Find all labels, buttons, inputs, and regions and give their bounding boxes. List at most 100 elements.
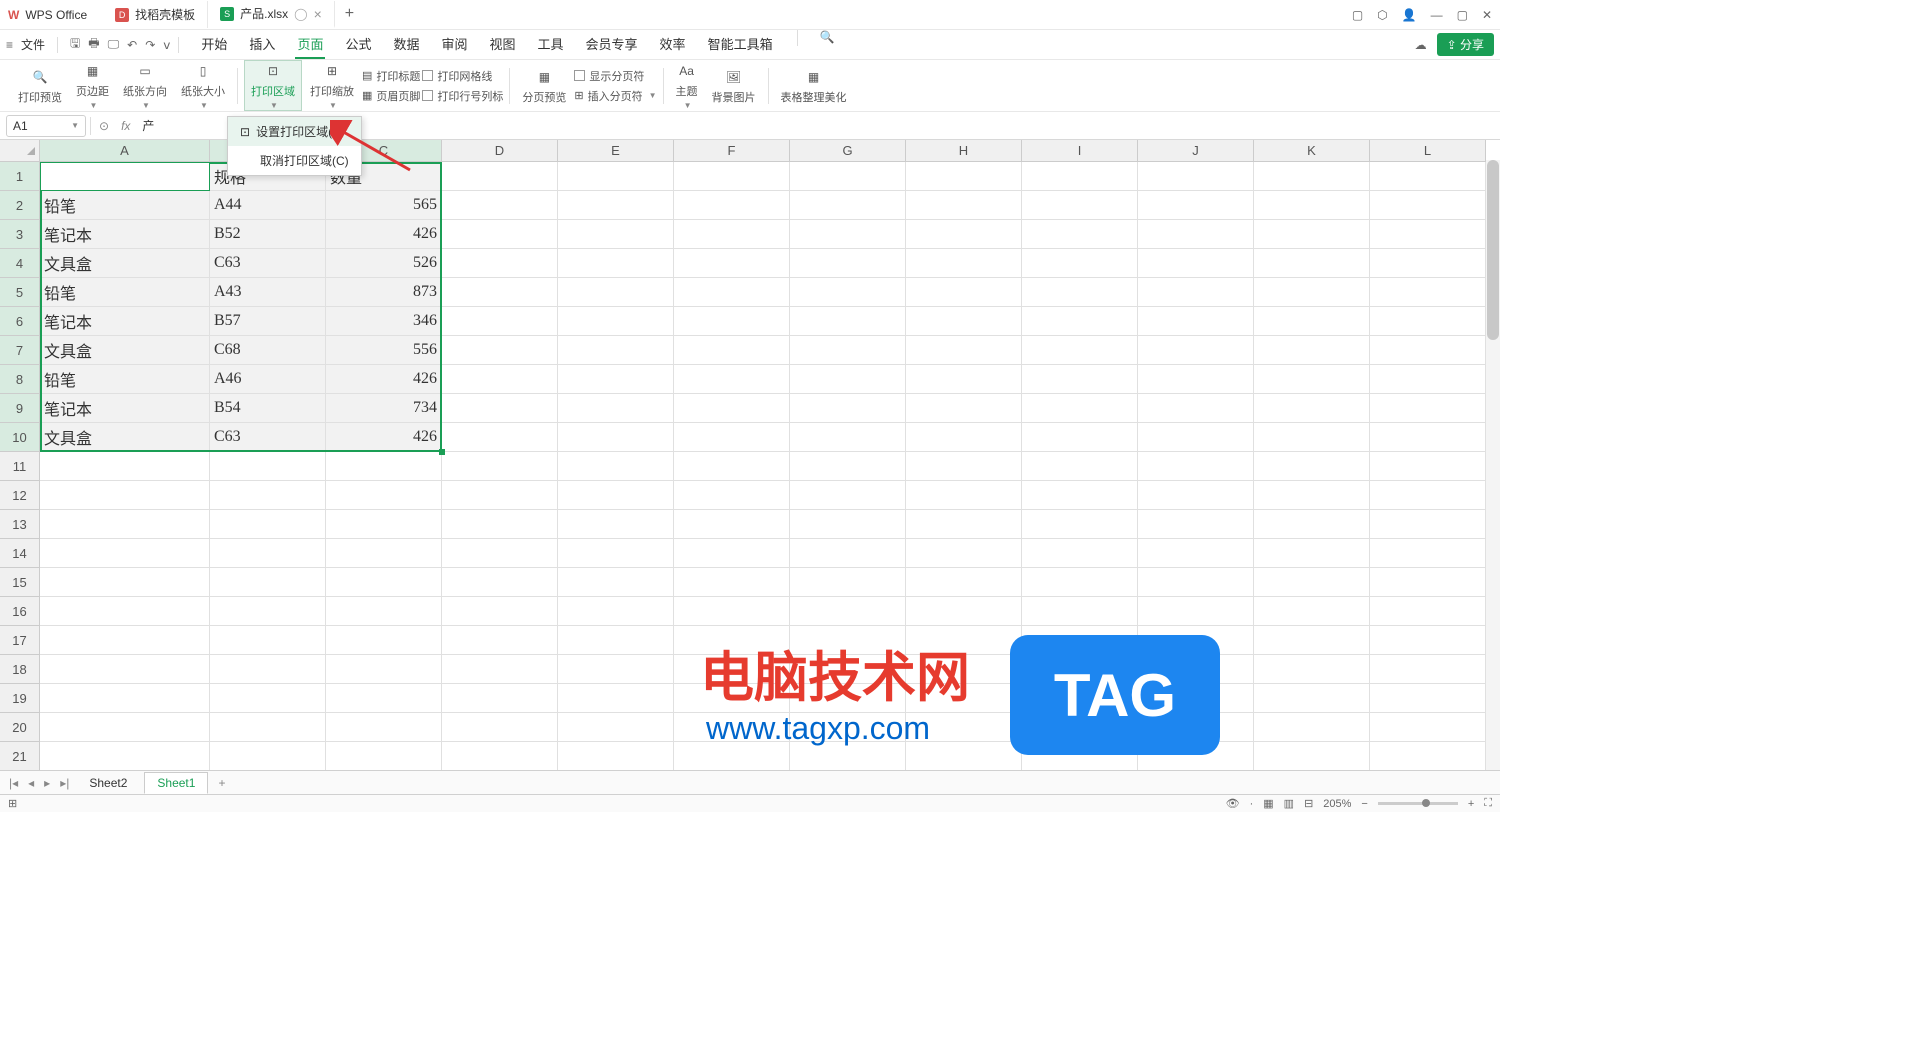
cell[interactable]: [326, 597, 442, 626]
cell[interactable]: [1138, 539, 1254, 568]
cell[interactable]: [906, 510, 1022, 539]
menu-tab-page[interactable]: 页面: [295, 30, 325, 59]
cell[interactable]: [326, 568, 442, 597]
cell[interactable]: [40, 713, 210, 742]
share-button[interactable]: ⇪ 分享: [1437, 33, 1494, 56]
cell[interactable]: C63: [210, 249, 326, 278]
cell[interactable]: [558, 423, 674, 452]
row-header[interactable]: 7: [0, 336, 40, 365]
cell[interactable]: [1022, 162, 1138, 191]
cell[interactable]: [1254, 713, 1370, 742]
cell[interactable]: A44: [210, 191, 326, 220]
cell[interactable]: [674, 510, 790, 539]
cell[interactable]: 文具盒: [40, 336, 210, 365]
row-header[interactable]: 8: [0, 365, 40, 394]
cell[interactable]: C68: [210, 336, 326, 365]
sheet-last-icon[interactable]: ▸|: [57, 776, 72, 790]
cell[interactable]: [442, 568, 558, 597]
cell[interactable]: 565: [326, 191, 442, 220]
cell[interactable]: [1138, 568, 1254, 597]
cell[interactable]: [442, 713, 558, 742]
fullscreen-icon[interactable]: ⛶: [1484, 797, 1492, 810]
cell[interactable]: [1254, 278, 1370, 307]
cell[interactable]: B54: [210, 394, 326, 423]
cell[interactable]: [1370, 191, 1486, 220]
cell[interactable]: [790, 423, 906, 452]
cell[interactable]: [1370, 568, 1486, 597]
add-tab-button[interactable]: +: [335, 1, 364, 28]
cell[interactable]: [1022, 191, 1138, 220]
cell[interactable]: [1254, 307, 1370, 336]
cell[interactable]: [906, 568, 1022, 597]
cell[interactable]: [1022, 394, 1138, 423]
set-print-area-item[interactable]: ⊡ 设置打印区域(S): [228, 117, 361, 146]
cell[interactable]: 产品: [40, 162, 210, 191]
cell[interactable]: [442, 626, 558, 655]
cell[interactable]: [1254, 452, 1370, 481]
cell[interactable]: [558, 394, 674, 423]
print-area-button[interactable]: ⊡ 打印区域▼: [244, 60, 302, 111]
cell[interactable]: [442, 481, 558, 510]
cell[interactable]: [1022, 249, 1138, 278]
cell[interactable]: [790, 162, 906, 191]
view-break-icon[interactable]: ⊟: [1304, 797, 1313, 810]
cell[interactable]: [1022, 452, 1138, 481]
cell[interactable]: [1022, 481, 1138, 510]
cell[interactable]: [558, 510, 674, 539]
selection-handle[interactable]: [439, 449, 445, 455]
cell[interactable]: [326, 539, 442, 568]
cell[interactable]: 526: [326, 249, 442, 278]
col-header[interactable]: H: [906, 140, 1022, 162]
paper-orient-button[interactable]: ▭ 纸张方向▼: [117, 61, 173, 110]
cell[interactable]: [674, 539, 790, 568]
cell[interactable]: [1254, 597, 1370, 626]
cell[interactable]: [558, 278, 674, 307]
cell[interactable]: [790, 191, 906, 220]
cell[interactable]: [1022, 539, 1138, 568]
col-header[interactable]: F: [674, 140, 790, 162]
file-menu[interactable]: 文件: [21, 36, 45, 53]
cell[interactable]: [40, 510, 210, 539]
row-header[interactable]: 14: [0, 539, 40, 568]
cell[interactable]: [1254, 162, 1370, 191]
cell[interactable]: [790, 597, 906, 626]
cell[interactable]: [1370, 336, 1486, 365]
cell[interactable]: [1370, 278, 1486, 307]
cancel-print-area-item[interactable]: 取消打印区域(C): [228, 146, 361, 175]
cell[interactable]: [558, 162, 674, 191]
cell[interactable]: [326, 452, 442, 481]
cell[interactable]: [906, 249, 1022, 278]
cell[interactable]: [558, 365, 674, 394]
sheet-first-icon[interactable]: |◂: [6, 776, 21, 790]
add-sheet-icon[interactable]: +: [212, 776, 231, 790]
cell[interactable]: [210, 626, 326, 655]
cell[interactable]: A43: [210, 278, 326, 307]
cell[interactable]: [1370, 307, 1486, 336]
cell[interactable]: [40, 655, 210, 684]
cell[interactable]: [326, 510, 442, 539]
row-header[interactable]: 5: [0, 278, 40, 307]
menu-tab-review[interactable]: 审阅: [439, 30, 469, 59]
cell[interactable]: [1254, 220, 1370, 249]
select-all-corner[interactable]: [0, 140, 40, 162]
user-avatar-icon[interactable]: 👤: [1402, 8, 1417, 22]
row-header[interactable]: 21: [0, 742, 40, 771]
cell[interactable]: [210, 539, 326, 568]
print-icon[interactable]: 🖶: [88, 34, 99, 55]
cell[interactable]: [1370, 162, 1486, 191]
cell[interactable]: [1022, 597, 1138, 626]
cell[interactable]: [1370, 626, 1486, 655]
cell[interactable]: [558, 336, 674, 365]
cell[interactable]: [1370, 249, 1486, 278]
cell[interactable]: [906, 481, 1022, 510]
cell[interactable]: [326, 626, 442, 655]
header-footer-button[interactable]: ▦页眉页脚: [362, 88, 420, 104]
sheet-tab-sheet2[interactable]: Sheet2: [76, 772, 140, 794]
col-header[interactable]: A: [40, 140, 210, 162]
cell[interactable]: [674, 365, 790, 394]
cell[interactable]: [40, 626, 210, 655]
cell[interactable]: [558, 307, 674, 336]
preview-icon[interactable]: 🖵: [108, 37, 120, 52]
cell[interactable]: [558, 742, 674, 771]
cell[interactable]: [674, 278, 790, 307]
